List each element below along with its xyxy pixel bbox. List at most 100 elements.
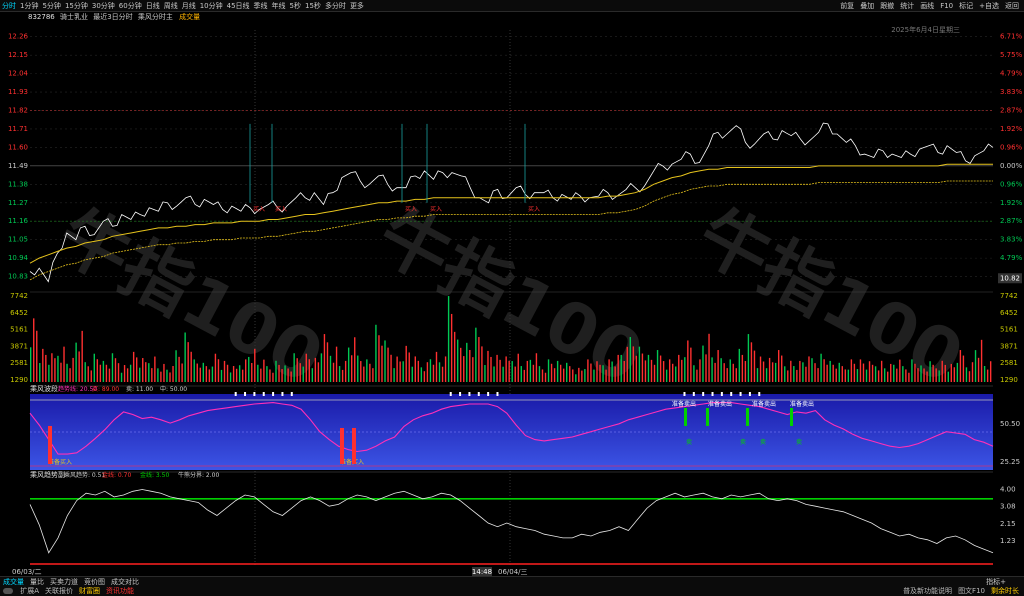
toolbar-button[interactable]: 叠加 — [857, 0, 877, 12]
volume-bar — [487, 350, 489, 382]
period-tab[interactable]: 季线 — [252, 0, 270, 12]
toolbar-button[interactable]: F10 — [937, 0, 956, 12]
period-toolbar: 分时 1分钟 5分钟 15分钟 30分钟 60分钟 日线 周线 月线 10分钟 45日线 季线 年线 5秒… — [0, 0, 1024, 12]
volume-bar — [656, 350, 659, 382]
period-tab[interactable]: 15分钟 — [63, 0, 90, 12]
period-tab[interactable]: 分时 — [0, 0, 18, 12]
period-tab[interactable]: 周线 — [162, 0, 180, 12]
volume-bar — [51, 353, 53, 382]
volume-bar — [208, 369, 211, 382]
volume-bar — [771, 362, 774, 382]
volume-bar — [535, 353, 538, 382]
volume-bar — [450, 313, 453, 382]
status-item[interactable]: 关联报价 — [42, 586, 76, 596]
period-tab[interactable]: 5分钟 — [40, 0, 62, 12]
volume-bar — [905, 369, 907, 382]
volume-bar — [105, 364, 108, 382]
volume-bar — [505, 356, 507, 382]
volume-bar — [950, 363, 953, 382]
volume-bar — [868, 361, 871, 382]
volume-bar — [420, 367, 423, 382]
volume-bar — [69, 368, 71, 382]
volume-bar — [317, 362, 320, 382]
status-item[interactable]: 资讯功能 — [103, 586, 137, 596]
stock-name: 骑士乳业 — [59, 13, 88, 21]
osc-top-tick — [496, 392, 499, 396]
volume-bar — [980, 339, 983, 382]
volume-bar — [514, 366, 516, 382]
toolbar-button[interactable]: 跟撤 — [877, 0, 897, 12]
period-tab[interactable]: 更多 — [348, 0, 366, 12]
volume-bar — [347, 347, 350, 382]
trend-tick-label: 4.00 — [1000, 485, 1016, 493]
period-tab[interactable]: 60分钟 — [117, 0, 144, 12]
volume-bar — [665, 369, 668, 382]
volume-bar — [714, 362, 716, 382]
volume-tick-label: 1290 — [10, 376, 28, 384]
status-item[interactable]: 扩展A — [17, 586, 42, 596]
period-tab[interactable]: 月线 — [180, 0, 198, 12]
period-tab[interactable]: 年线 — [270, 0, 288, 12]
volume-bar — [269, 369, 271, 382]
osc-top-tick — [449, 392, 452, 396]
toolbar-button[interactable]: 统计 — [897, 0, 917, 12]
volume-bar — [808, 356, 810, 382]
volume-bar — [508, 360, 510, 382]
toolbar-button[interactable]: 前复 — [837, 0, 857, 12]
period-tab[interactable]: 5秒 — [288, 0, 303, 12]
toolbar-button[interactable]: 返回 — [1002, 0, 1022, 12]
volume-bar — [708, 333, 710, 382]
volume-bar — [784, 366, 786, 382]
toolbar-button[interactable]: 标记 — [956, 0, 976, 12]
period-tab[interactable]: 多分时 — [323, 0, 348, 12]
volume-bar — [838, 362, 840, 382]
volume-bar — [986, 369, 989, 382]
volume-bar — [599, 364, 601, 382]
volume-bar — [877, 370, 880, 382]
volume-bar — [72, 357, 74, 382]
toolbar-button[interactable]: +自选 — [976, 0, 1002, 12]
period-tab[interactable]: 30分钟 — [90, 0, 117, 12]
volume-bar — [429, 359, 432, 382]
volume-label[interactable]: 成交量 — [179, 13, 200, 21]
volume-bar — [293, 353, 295, 382]
period-tab[interactable]: 日线 — [144, 0, 162, 12]
toolbar-button[interactable]: 画线 — [917, 0, 937, 12]
volume-bar — [48, 364, 50, 382]
volume-bar — [402, 361, 404, 382]
volume-bar — [896, 368, 898, 382]
volume-bar — [738, 348, 741, 382]
volume-bar — [899, 359, 901, 382]
osc-top-tick — [758, 392, 761, 396]
period-tab[interactable]: 45日线 — [225, 0, 252, 12]
period-tab[interactable]: 1分钟 — [18, 0, 40, 12]
osc-buy-bar — [48, 426, 52, 464]
status-item[interactable]: 剩余时长 — [988, 586, 1022, 596]
status-item[interactable]: 财富圈 — [76, 586, 103, 596]
status-item[interactable]: 普及新功能说明 — [900, 586, 955, 596]
volume-bar — [865, 369, 868, 382]
volume-bar — [447, 296, 450, 382]
volume-bar — [181, 363, 183, 382]
volume-bar — [332, 362, 335, 382]
period-tab[interactable]: 15秒 — [303, 0, 323, 12]
volume-bar — [914, 363, 916, 382]
volume-bar — [923, 368, 925, 382]
volume-bar — [850, 359, 853, 382]
volume-bar — [284, 365, 286, 382]
volume-bar — [175, 350, 177, 382]
volume-bar — [296, 358, 298, 382]
toggle-switch[interactable] — [3, 588, 13, 594]
volume-bar — [605, 369, 607, 382]
volume-bar — [938, 370, 940, 382]
volume-bar — [768, 357, 771, 382]
volume-bar — [196, 363, 198, 382]
volume-bar — [702, 345, 704, 382]
volume-bar — [977, 357, 980, 382]
volume-bar — [151, 368, 153, 382]
volume-bar — [608, 359, 610, 382]
status-item[interactable]: 图文F10 — [955, 586, 988, 596]
period-tab[interactable]: 10分钟 — [198, 0, 225, 12]
volume-bar — [678, 354, 680, 382]
volume-bar — [602, 365, 604, 382]
